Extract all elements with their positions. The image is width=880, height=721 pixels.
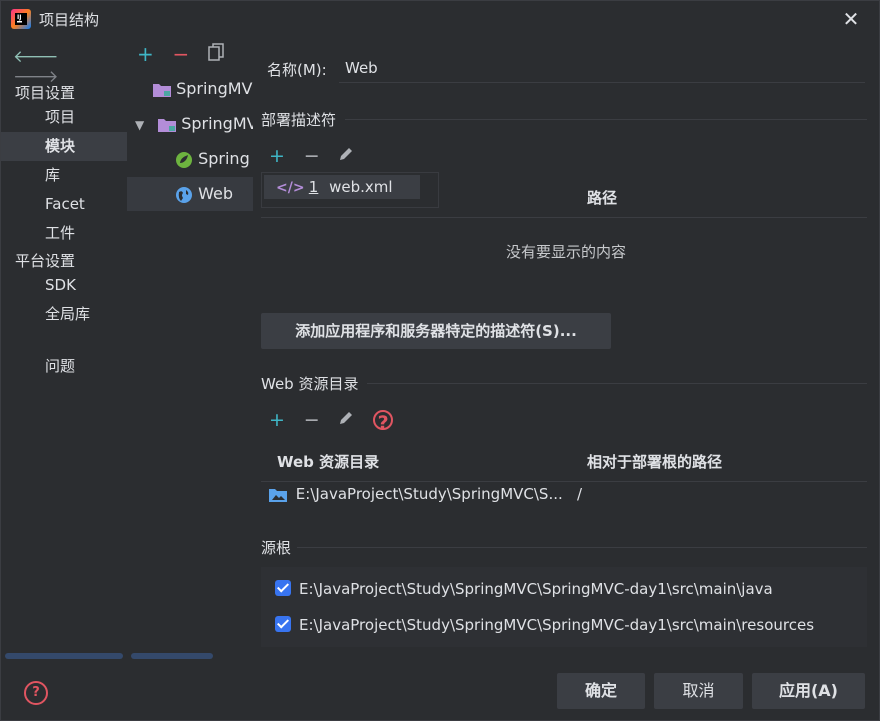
source-roots-section-title: 源根 — [261, 539, 292, 557]
add-web-resource-icon[interactable]: + — [269, 409, 285, 431]
tree-row-label: SpringMVC — [181, 114, 253, 133]
relative-path-cell: / — [577, 485, 583, 503]
remove-icon[interactable]: − — [173, 43, 190, 65]
intellij-app-icon: IJ — [11, 9, 31, 29]
add-descriptor-icon[interactable]: + — [269, 145, 285, 167]
platform-settings-header: 平台设置 — [15, 252, 76, 270]
name-label: 名称(M): — [267, 61, 327, 79]
tree-row-label: SpringMVC — [176, 79, 253, 98]
tree-row-label: Spring — [198, 149, 250, 168]
edit-descriptor-icon[interactable] — [338, 145, 354, 167]
tree-row-label: Web — [198, 184, 233, 203]
table-header-divider — [261, 481, 867, 482]
tree-row-web-facet[interactable]: Web — [127, 177, 253, 211]
sidebar-item-artifacts[interactable]: 工件 — [1, 219, 127, 248]
apply-button[interactable]: 应用(A) — [752, 673, 865, 709]
module-folder-icon — [153, 84, 171, 97]
copy-icon[interactable] — [208, 43, 224, 65]
table-header-divider — [261, 217, 867, 218]
close-icon[interactable]: ✕ — [839, 7, 863, 31]
expand-arrow-icon[interactable]: ▼ — [135, 108, 153, 142]
sidebar-item-libraries[interactable]: 库 — [1, 161, 127, 190]
deploy-descriptors-section-title: 部署描述符 — [261, 111, 337, 129]
table-row[interactable]: E:\JavaProject\Study\SpringMVC\S... — [269, 485, 563, 503]
remove-descriptor-icon[interactable]: − — [304, 145, 320, 167]
add-icon[interactable]: + — [137, 43, 154, 65]
source-root-path: E:\JavaProject\Study\SpringMVC\SpringMVC… — [299, 580, 773, 598]
popup-item-web-xml[interactable]: </> 1 web.xml — [264, 175, 420, 199]
web-globe-icon — [176, 186, 192, 203]
descriptor-toolbar: + − — [269, 145, 368, 167]
svg-text:IJ: IJ — [17, 14, 21, 21]
tree-toolbar: + − — [137, 43, 238, 65]
help-icon[interactable]: ? — [24, 681, 48, 705]
source-roots-list: E:\JavaProject\Study\SpringMVC\SpringMVC… — [261, 567, 867, 647]
checkbox-checked[interactable] — [275, 615, 291, 632]
ok-button[interactable]: 确定 — [557, 673, 645, 709]
sidebar-item-problems[interactable]: 问题 — [1, 352, 127, 381]
title-bar: IJ 项目结构 ✕ — [1, 1, 879, 37]
sidebar-item-facets[interactable]: Facet — [1, 190, 127, 219]
web-dir-column-header: Web 资源目录 — [277, 453, 380, 471]
sidebar-item-sdk[interactable]: SDK — [1, 271, 127, 300]
source-root-resources[interactable]: E:\JavaProject\Study\SpringMVC\SpringMVC… — [275, 613, 814, 637]
source-root-java[interactable]: E:\JavaProject\Study\SpringMVC\SpringMVC… — [275, 577, 773, 601]
name-input[interactable]: Web — [339, 53, 865, 83]
sidebar-item-modules[interactable]: 模块 — [1, 132, 127, 161]
help-icon[interactable]: ? — [373, 410, 394, 434]
source-root-path: E:\JavaProject\Study\SpringMVC\SpringMVC… — [299, 616, 815, 634]
section-divider — [297, 547, 867, 548]
popup-item-label: web.xml — [329, 178, 393, 196]
cancel-button[interactable]: 取消 — [654, 673, 743, 709]
settings-sidebar: 🡐 🡒 项目设置 项目 模块 库 Facet 工件 平台设置 SDK 全局库 问… — [1, 37, 127, 667]
web-dir-cell: E:\JavaProject\Study\SpringMVC\S... — [295, 485, 563, 503]
window-title: 项目结构 — [39, 11, 100, 29]
tree-row-spring-facet[interactable]: Spring — [127, 142, 253, 176]
facet-settings-panel: 名称(M): Web 部署描述符 + − 路径 没有要显示的内容 </> 1 w… — [253, 37, 879, 667]
sidebar-item-global-libraries[interactable]: 全局库 — [1, 300, 127, 329]
popup-item-number: 1 — [308, 178, 319, 196]
module-folder-icon — [158, 119, 177, 132]
project-structure-dialog: IJ 项目结构 ✕ 🡐 🡒 项目设置 项目 模块 库 Facet 工件 平台设置… — [0, 0, 880, 721]
section-divider — [345, 119, 867, 120]
web-folder-icon — [269, 489, 287, 502]
back-arrow-icon[interactable]: 🡐 — [13, 47, 59, 67]
nav-arrows: 🡐 🡒 — [13, 47, 127, 87]
sidebar-item-project[interactable]: 项目 — [1, 103, 127, 132]
project-settings-header: 项目设置 — [15, 84, 76, 102]
remove-web-resource-icon[interactable]: − — [304, 409, 320, 431]
tree-row-module[interactable]: SpringMVC — [127, 72, 253, 106]
add-server-descriptor-button[interactable]: 添加应用程序和服务器特定的描述符(S)... — [261, 313, 611, 349]
empty-table-text: 没有要显示的内容 — [505, 243, 626, 261]
tree-scrollbar[interactable] — [131, 653, 213, 659]
spring-icon — [176, 151, 192, 168]
module-tree: + − SpringMVC ▼ SpringMVC Spring Web — [127, 37, 253, 667]
tree-row-module-expanded[interactable]: ▼ SpringMVC — [127, 107, 253, 141]
checkbox-checked[interactable] — [275, 579, 291, 596]
relative-path-column-header: 相对于部署根的路径 — [587, 453, 723, 471]
path-column-header: 路径 — [587, 189, 618, 207]
descriptor-popup: </> 1 web.xml — [261, 172, 439, 208]
edit-web-resource-icon[interactable] — [338, 409, 354, 431]
web-resources-section-title: Web 资源目录 — [261, 375, 359, 393]
section-divider — [367, 383, 867, 384]
sidebar-scrollbar[interactable] — [5, 653, 123, 659]
web-resources-toolbar: + − ? — [269, 409, 407, 434]
xml-tag-icon: </> — [276, 180, 305, 196]
